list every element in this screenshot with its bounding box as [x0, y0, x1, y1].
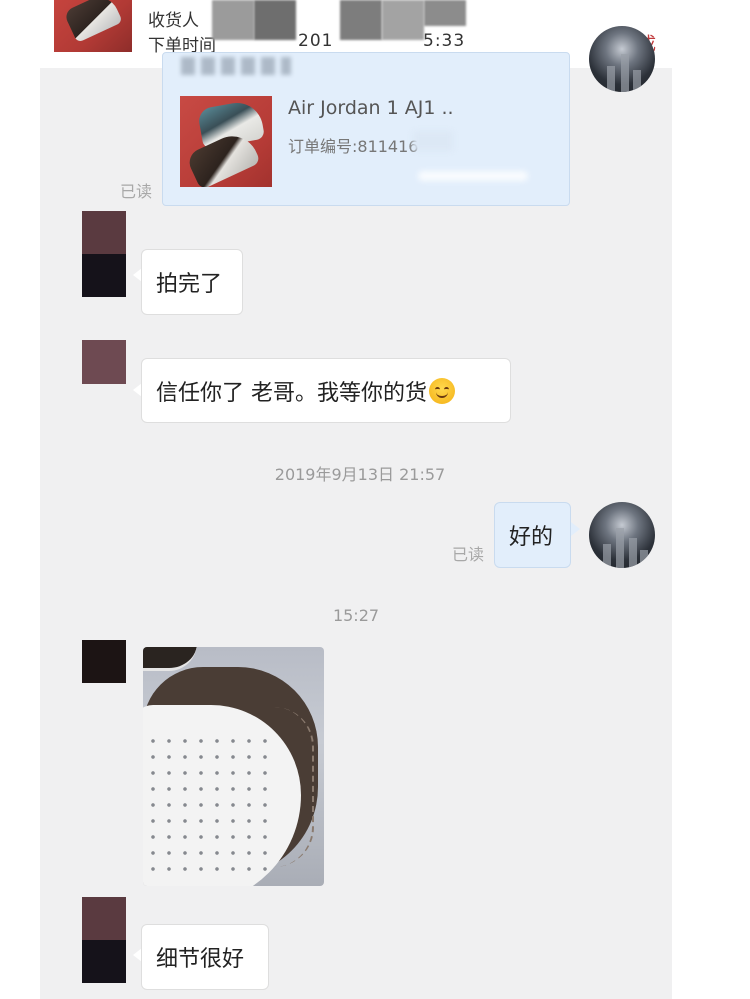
redaction-block: [340, 0, 382, 40]
message-text: 拍完了: [156, 272, 223, 297]
redaction-block: [418, 171, 528, 181]
redaction-block: [382, 0, 424, 40]
redaction-block: [413, 131, 453, 151]
recipient-label: 收货人: [148, 11, 199, 31]
timestamp: 2019年9月13日 21:57: [274, 465, 446, 484]
product-image: [180, 96, 272, 187]
order-time-fragment: 201: [298, 31, 334, 51]
product-card[interactable]: Air Jordan 1 AJ1 .. 订单编号:811416: [162, 52, 570, 206]
redaction-block: [424, 0, 466, 26]
redacted-card-title: [181, 57, 291, 75]
message-bubble[interactable]: 细节很好: [141, 924, 269, 990]
message-text: 信任你了 老哥。我等你的货: [156, 380, 427, 406]
order-time-fragment: 5:33: [423, 31, 466, 51]
message-text: 细节很好: [156, 947, 245, 972]
read-receipt: 已读: [120, 182, 153, 201]
contact-avatar[interactable]: [82, 640, 126, 683]
redaction-block: [212, 0, 254, 40]
contact-avatar[interactable]: [82, 340, 126, 384]
my-avatar[interactable]: [589, 502, 655, 568]
redaction-block: [254, 0, 296, 40]
timestamp: 15:27: [332, 606, 380, 625]
contact-avatar[interactable]: [82, 897, 126, 983]
smiling-face-icon: [429, 377, 455, 404]
message-bubble-mine[interactable]: 好的: [494, 502, 571, 568]
message-bubble[interactable]: 信任你了 老哥。我等你的货: [141, 358, 511, 423]
message-text: 好的: [509, 525, 554, 550]
read-receipt: 已读: [452, 545, 485, 564]
order-product-thumbnail: [54, 0, 132, 52]
contact-avatar[interactable]: [82, 211, 126, 297]
message-bubble[interactable]: 拍完了: [141, 249, 243, 315]
sneaker-photo[interactable]: [143, 647, 324, 886]
order-number: 订单编号:811416: [288, 137, 419, 156]
product-title: Air Jordan 1 AJ1 ..: [288, 97, 454, 119]
bubble-tail: [571, 522, 580, 536]
my-avatar[interactable]: [589, 26, 655, 92]
